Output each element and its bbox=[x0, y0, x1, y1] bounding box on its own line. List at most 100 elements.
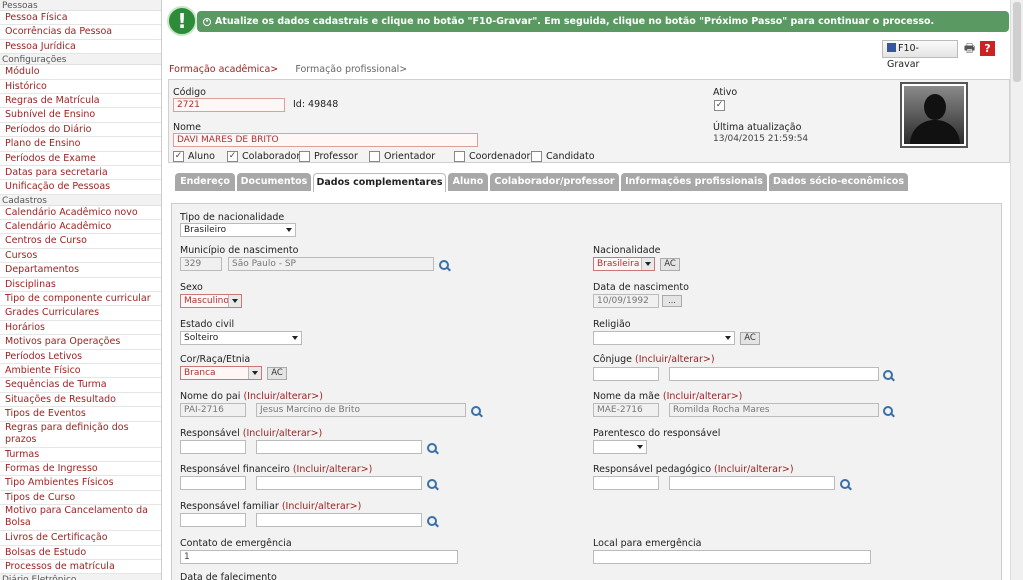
ativo-checkbox[interactable]: ✓ bbox=[714, 100, 725, 111]
data-nascimento-field[interactable]: 10/09/1992 bbox=[593, 294, 659, 308]
tab-item[interactable]: Aluno bbox=[448, 173, 488, 191]
sidebar-item[interactable]: Turmas bbox=[0, 448, 161, 462]
sidebar-item[interactable]: Períodos Letivos bbox=[0, 350, 161, 364]
sidebar-item[interactable]: Datas para secretaria bbox=[0, 166, 161, 181]
resp-pedagogico-incluir-link[interactable]: (Incluir/alterar>) bbox=[714, 464, 794, 475]
tab-active[interactable]: Dados complementares bbox=[313, 173, 446, 192]
sidebar-item[interactable]: Departamentos bbox=[0, 263, 161, 278]
sidebar-item[interactable]: Períodos de Exame bbox=[0, 152, 161, 166]
religiao-select[interactable] bbox=[593, 331, 735, 345]
sidebar-item[interactable]: Motivos para Operações bbox=[0, 335, 161, 350]
resp-familiar-search-icon[interactable] bbox=[426, 515, 439, 528]
scrollbar-thumb[interactable] bbox=[1013, 2, 1021, 82]
resp-pedagogico-search-icon[interactable] bbox=[839, 478, 852, 491]
sidebar-item[interactable]: Horários bbox=[0, 321, 161, 336]
conjuge-name-field[interactable] bbox=[669, 367, 879, 381]
role-checkbox[interactable]: ✓ bbox=[227, 151, 238, 162]
resp-familiar-incluir-link[interactable]: (Incluir/alterar>) bbox=[282, 501, 362, 512]
municipio-name-field[interactable]: São Paulo - SP bbox=[228, 257, 434, 271]
sidebar-item[interactable]: Livros de Certificação bbox=[0, 531, 161, 546]
person-photo[interactable] bbox=[900, 82, 968, 148]
religiao-ac-button[interactable]: AC bbox=[740, 332, 760, 345]
sidebar-item[interactable]: Calendário Acadêmico novo bbox=[0, 206, 161, 221]
save-button[interactable]: F10-Gravar bbox=[882, 40, 958, 70]
resp-financeiro-incluir-link[interactable]: (Incluir/alterar>) bbox=[293, 464, 373, 475]
municipio-search-icon[interactable] bbox=[438, 259, 451, 272]
tab-item[interactable]: Documentos bbox=[237, 173, 311, 191]
resp-pedagogico-code-field[interactable] bbox=[593, 476, 659, 490]
responsavel-code-field[interactable] bbox=[180, 440, 246, 454]
role-checkbox[interactable] bbox=[369, 151, 380, 162]
pai-incluir-link[interactable]: (Incluir/alterar>) bbox=[243, 391, 323, 402]
mae-name-field[interactable]: Romilda Rocha Mares bbox=[669, 403, 879, 417]
resp-familiar-code-field[interactable] bbox=[180, 513, 246, 527]
mae-incluir-link[interactable]: (Incluir/alterar>) bbox=[663, 391, 743, 402]
codigo-field[interactable]: 2721 bbox=[173, 98, 285, 112]
mae-search-icon[interactable] bbox=[882, 405, 895, 418]
sidebar-item[interactable]: Tipo Ambientes Físicos bbox=[0, 476, 161, 491]
sidebar-item[interactable]: Regras para definição dos prazos bbox=[0, 422, 161, 448]
sidebar-item[interactable]: Regras de Matrícula bbox=[0, 94, 161, 109]
resp-financeiro-code-field[interactable] bbox=[180, 476, 246, 490]
breadcrumb-formacao-academica[interactable]: Formação acadêmica> bbox=[169, 64, 278, 75]
help-icon[interactable]: ? bbox=[980, 41, 995, 56]
nome-field[interactable]: DAVI MARES DE BRITO bbox=[173, 133, 478, 147]
tab-item[interactable]: Dados sócio-econômicos bbox=[769, 173, 908, 191]
role-checkbox[interactable] bbox=[454, 151, 465, 162]
sidebar-item[interactable]: Formas de Ingresso bbox=[0, 462, 161, 477]
resp-pedagogico-name-field[interactable] bbox=[669, 476, 835, 490]
sidebar-item[interactable]: Cursos bbox=[0, 249, 161, 264]
tipo-nacionalidade-select[interactable]: Brasileiro bbox=[180, 223, 296, 237]
sidebar-item[interactable]: Plano de Ensino bbox=[0, 137, 161, 152]
role-checkbox[interactable] bbox=[299, 151, 310, 162]
pai-search-icon[interactable] bbox=[470, 405, 483, 418]
tab-item[interactable]: Colaborador/professor bbox=[490, 173, 619, 191]
sidebar-item[interactable]: Bolsas de Estudo bbox=[0, 546, 161, 560]
parentesco-select[interactable] bbox=[593, 440, 647, 454]
sidebar-item[interactable]: Ambiente Físico bbox=[0, 364, 161, 379]
sidebar-item[interactable]: Pessoa Jurídica bbox=[0, 40, 161, 55]
conjuge-search-icon[interactable] bbox=[882, 369, 895, 382]
tab-item[interactable]: Informações profissionais bbox=[621, 173, 767, 191]
sidebar-item[interactable]: Tipos de Curso bbox=[0, 491, 161, 506]
sidebar-item[interactable]: Módulo bbox=[0, 65, 161, 80]
role-checkbox[interactable]: ✓ bbox=[173, 151, 184, 162]
cor-raca-select[interactable]: Branca bbox=[180, 366, 262, 380]
local-emergencia-field[interactable] bbox=[593, 550, 871, 564]
sidebar-item[interactable]: Motivo para Cancelamento da Bolsa bbox=[0, 505, 161, 532]
sidebar-item[interactable]: Unificação de Pessoas bbox=[0, 180, 161, 195]
sidebar-item[interactable]: Situações de Resultado bbox=[0, 393, 161, 408]
sidebar-item[interactable]: Tipos de Eventos bbox=[0, 407, 161, 422]
sidebar-item[interactable]: Ocorrências da Pessoa bbox=[0, 25, 161, 40]
sidebar-item[interactable]: Grades Curriculares bbox=[0, 306, 161, 321]
cor-raca-ac-button[interactable]: AC bbox=[267, 367, 287, 380]
municipio-code-field[interactable]: 329 bbox=[180, 257, 222, 271]
sidebar-item[interactable]: Períodos do Diário bbox=[0, 123, 161, 138]
print-icon[interactable]: 🖶 bbox=[962, 41, 977, 56]
resp-financeiro-search-icon[interactable] bbox=[426, 478, 439, 491]
nacionalidade-ac-button[interactable]: AC bbox=[660, 258, 680, 271]
breadcrumb-formacao-profissional[interactable]: Formação profissional> bbox=[295, 64, 407, 75]
sidebar-item[interactable]: Calendário Acadêmico bbox=[0, 220, 161, 235]
responsavel-search-icon[interactable] bbox=[426, 442, 439, 455]
sidebar-item[interactable]: Subnível de Ensino bbox=[0, 108, 161, 123]
pai-name-field[interactable]: Jesus Marcino de Brito bbox=[256, 403, 466, 417]
tab-item[interactable]: Endereço bbox=[175, 173, 235, 191]
sidebar-item[interactable]: Processos de matrícula bbox=[0, 560, 161, 575]
resp-financeiro-name-field[interactable] bbox=[256, 476, 422, 490]
sidebar-item[interactable]: Pessoa Física bbox=[0, 11, 161, 26]
sexo-select[interactable]: Masculino bbox=[180, 294, 242, 308]
vertical-scrollbar[interactable] bbox=[1010, 0, 1023, 580]
sidebar-item[interactable]: Histórico bbox=[0, 80, 161, 94]
estado-civil-select[interactable]: Solteiro bbox=[180, 331, 302, 345]
sidebar-item[interactable]: Centros de Curso bbox=[0, 234, 161, 249]
responsavel-name-field[interactable] bbox=[256, 440, 422, 454]
mae-code-field[interactable]: MAE-2716 bbox=[593, 403, 659, 417]
conjuge-incluir-link[interactable]: (Incluir/alterar>) bbox=[635, 354, 715, 365]
contato-emergencia-field[interactable]: 1 bbox=[180, 550, 458, 564]
resp-familiar-name-field[interactable] bbox=[256, 513, 422, 527]
responsavel-incluir-link[interactable]: (Incluir/alterar>) bbox=[243, 428, 323, 439]
pai-code-field[interactable]: PAI-2716 bbox=[180, 403, 246, 417]
sidebar-item[interactable]: Disciplinas bbox=[0, 278, 161, 293]
conjuge-code-field[interactable] bbox=[593, 367, 659, 381]
